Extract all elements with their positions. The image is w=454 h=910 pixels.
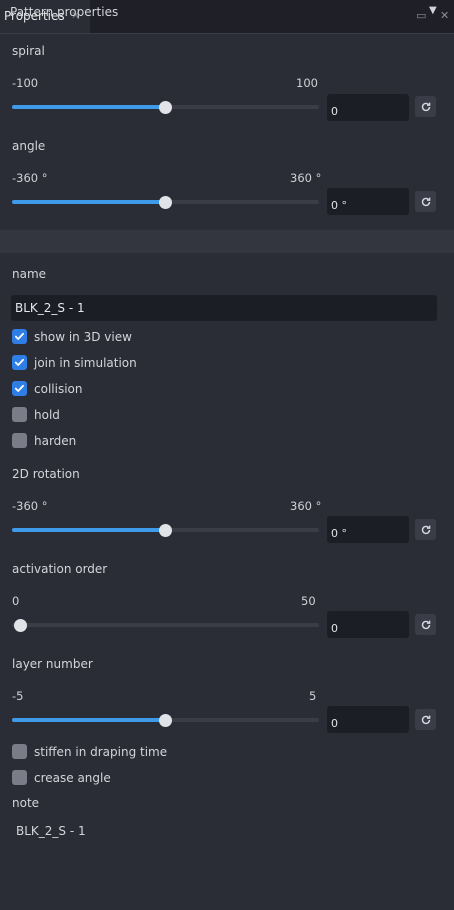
note-label: note <box>12 796 40 810</box>
spiral-reset-button[interactable] <box>415 96 436 117</box>
spiral-value: 0 <box>331 105 338 118</box>
rotation-value: 0 ° <box>331 527 347 540</box>
reset-icon <box>421 102 430 111</box>
name-label: name <box>12 267 47 281</box>
checkbox-show-3d[interactable] <box>12 329 27 344</box>
checkbox-label: collision <box>34 382 83 396</box>
layer-value: 0 <box>331 717 338 730</box>
checkmark-icon <box>14 384 24 392</box>
close-icon[interactable]: ✕ <box>440 9 449 22</box>
angle-reset-button[interactable] <box>415 191 436 212</box>
spiral-min-label: -100 <box>12 76 39 90</box>
checkmark-icon <box>14 358 24 366</box>
checkbox-label: harden <box>34 434 77 448</box>
rotation-max-label: 360 ° <box>290 499 322 513</box>
spiral-slider-fill <box>12 105 165 109</box>
activation-value-field[interactable]: 0 <box>327 611 409 638</box>
checkbox-label: join in simulation <box>34 356 137 370</box>
reset-icon <box>421 197 430 206</box>
checkbox-label: hold <box>34 408 60 422</box>
note-value[interactable]: BLK_2_S - 1 <box>16 824 86 838</box>
angle-slider-fill <box>12 200 165 204</box>
name-value: BLK_2_S - 1 <box>15 301 85 315</box>
spiral-max-label: 100 <box>296 76 318 90</box>
rotation-reset-button[interactable] <box>415 519 436 540</box>
checkbox-harden[interactable] <box>12 433 27 448</box>
rotation-value-field[interactable]: 0 ° <box>327 516 409 543</box>
layer-slider-thumb[interactable] <box>159 714 172 727</box>
angle-slider-thumb[interactable] <box>159 196 172 209</box>
activation-value: 0 <box>331 622 338 635</box>
rotation-min-label: -360 ° <box>12 499 48 513</box>
rotation-slider-fill <box>12 528 165 532</box>
activation-max-label: 50 <box>301 594 316 608</box>
rotation-slider-thumb[interactable] <box>159 524 172 537</box>
angle-max-label: 360 ° <box>290 171 322 185</box>
spiral-value-field[interactable]: 0 <box>327 94 409 121</box>
layer-slider-fill <box>12 718 165 722</box>
pattern-properties-header[interactable] <box>0 230 454 253</box>
checkbox-label: crease angle <box>34 771 111 785</box>
activation-min-label: 0 <box>12 594 20 608</box>
reset-icon <box>421 525 430 534</box>
divider <box>0 33 454 34</box>
checkbox-stiffen-draping[interactable] <box>12 744 27 759</box>
layer-max-label: 5 <box>309 689 317 703</box>
chevron-down-icon[interactable]: ▼ <box>429 5 437 16</box>
checkbox-collision[interactable] <box>12 381 27 396</box>
angle-min-label: -360 ° <box>12 171 48 185</box>
checkbox-crease-angle[interactable] <box>12 770 27 785</box>
checkbox-label: show in 3D view <box>34 330 132 344</box>
layer-reset-button[interactable] <box>415 709 436 730</box>
angle-label: angle <box>12 139 46 153</box>
reset-icon <box>421 715 430 724</box>
reset-icon <box>421 620 430 629</box>
checkmark-icon <box>14 332 24 340</box>
angle-value: 0 ° <box>331 199 347 212</box>
angle-value-field[interactable]: 0 ° <box>327 188 409 215</box>
checkbox-join-simulation[interactable] <box>12 355 27 370</box>
layer-min-label: -5 <box>12 689 24 703</box>
layer-label: layer number <box>12 657 93 671</box>
checkbox-hold[interactable] <box>12 407 27 422</box>
spiral-label: spiral <box>12 44 45 58</box>
activation-label: activation order <box>12 562 108 576</box>
activation-slider-thumb[interactable] <box>14 619 27 632</box>
activation-slider-track[interactable] <box>12 623 319 627</box>
spiral-slider-thumb[interactable] <box>159 101 172 114</box>
activation-reset-button[interactable] <box>415 614 436 635</box>
name-input[interactable]: BLK_2_S - 1 <box>11 295 437 321</box>
checkbox-label: stiffen in draping time <box>34 745 168 759</box>
section-title: Pattern properties <box>10 5 119 19</box>
rotation-label: 2D rotation <box>12 467 80 481</box>
maximize-icon[interactable]: ▭ <box>416 9 426 22</box>
layer-value-field[interactable]: 0 <box>327 706 409 733</box>
